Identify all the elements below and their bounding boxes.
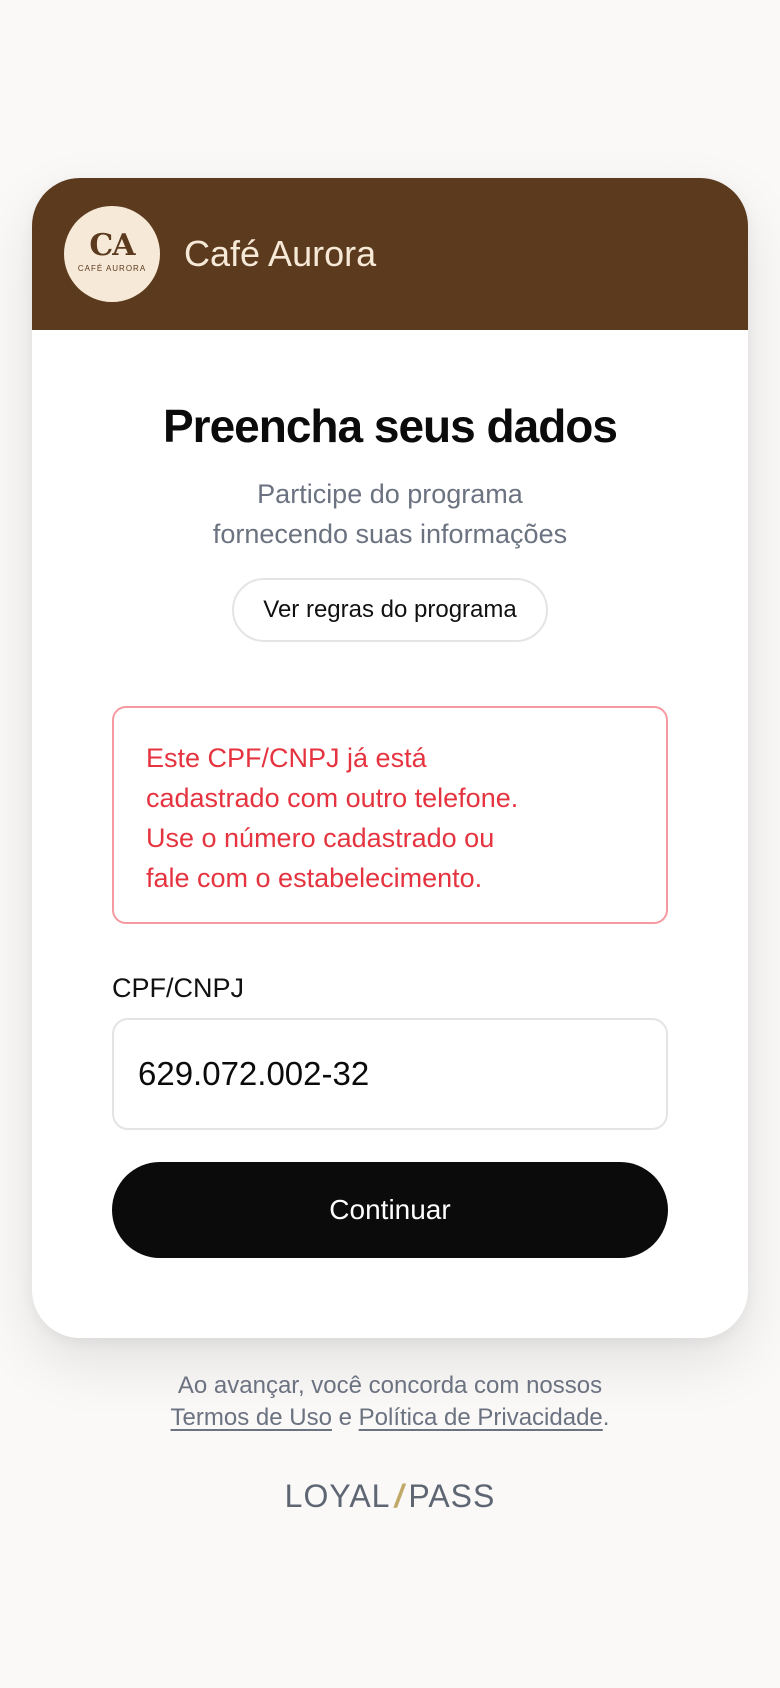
loyalpass-logo: LOYAL / PASS [0, 1476, 780, 1516]
loyalpass-logo-right: PASS [408, 1478, 496, 1514]
cpf-cnpj-input[interactable] [112, 1018, 668, 1130]
legal-notice: Ao avançar, você concorda com nossos Ter… [0, 1370, 780, 1434]
subtitle-line: fornecendo suas informações [212, 519, 568, 549]
view-rules-button[interactable]: Ver regras do programa [232, 578, 548, 642]
page-title: Preencha seus dados [163, 400, 618, 452]
page-subtitle: Participe do programa fornecendo suas in… [32, 474, 748, 554]
error-message-line: Use o número cadastrado ou [146, 823, 495, 853]
legal-period: . [602, 1404, 610, 1431]
card-header: CA CAFÉ AURORA Café Aurora [32, 178, 748, 330]
error-message-line: cadastrado com outro telefone. [146, 783, 519, 813]
error-message-line: Este CPF/CNPJ já está [146, 743, 427, 773]
error-alert: Este CPF/CNPJ já está cadastrado com out… [112, 706, 668, 924]
loyalpass-logo-slash: / [394, 1478, 405, 1514]
terms-link[interactable]: Termos de Uso [171, 1404, 332, 1431]
brand-name: Café Aurora [184, 233, 377, 274]
subtitle-line: Participe do programa [257, 479, 523, 509]
brand-logo-subtext: CAFÉ AURORA [77, 264, 147, 273]
legal-conjunction: e [338, 1404, 352, 1431]
continue-button[interactable]: Continuar [112, 1162, 668, 1258]
error-message-line: fale com o estabelecimento. [146, 863, 483, 893]
signup-card: CA CAFÉ AURORA Café Aurora Preencha seus… [32, 178, 748, 1338]
privacy-policy-link[interactable]: Política de Privacidade [359, 1404, 603, 1431]
cpf-cnpj-label: CPF/CNPJ [112, 973, 245, 1003]
loyalpass-logo-left: LOYAL [284, 1478, 391, 1514]
brand-logo-initials: CA [89, 228, 135, 263]
legal-line-2: Termos de Uso e Política de Privacidade. [0, 1402, 780, 1434]
brand-logo: CA CAFÉ AURORA [64, 206, 160, 302]
legal-line-1: Ao avançar, você concorda com nossos [177, 1372, 603, 1399]
